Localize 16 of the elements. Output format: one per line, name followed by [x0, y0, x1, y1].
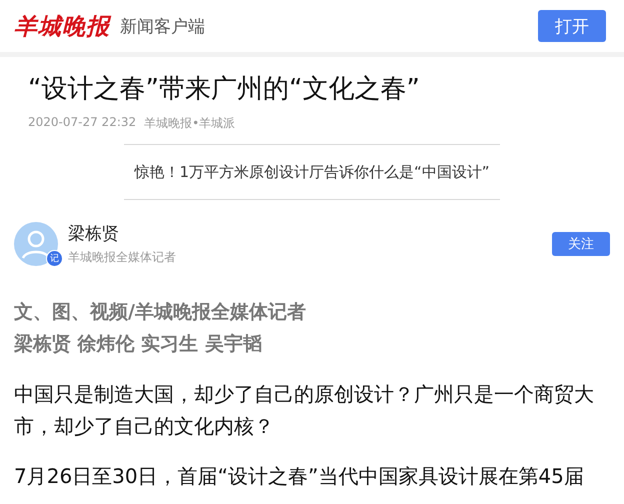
- author-role: 羊城晚报全媒体记者: [68, 249, 176, 266]
- byline-text: 梁栋贤 徐炜伦 实习生 吴宇韬: [14, 332, 263, 357]
- reporter-badge: 记: [46, 250, 63, 267]
- article-paragraph: 中国只是制造大国，却少了自己的原创设计？广州只是一个商贸大市，却少了自己的文化内核？: [14, 381, 595, 440]
- brand-logo: 羊城晚报: [14, 12, 110, 42]
- related-article-link[interactable]: 惊艳！1万平方米原创设计厅告诉你什么是“中国设计”: [134, 162, 490, 182]
- article-title: “设计之春”带来广州的“文化之春”: [28, 73, 421, 106]
- publish-date: 2020-07-27 22:32: [28, 115, 136, 131]
- open-app-button[interactable]: 打开: [538, 10, 606, 42]
- follow-button[interactable]: 关注: [552, 232, 610, 256]
- article-paragraph: 7月26日至30日，首届“设计之春”当代中国家具设计展在第45届: [14, 463, 585, 490]
- author-name: 梁栋贤: [68, 223, 120, 245]
- avatar-icon: [14, 222, 58, 266]
- app-subtitle: 新闻客户端: [120, 16, 205, 38]
- source-label: 羊城晚报•羊城派: [144, 115, 236, 132]
- byline-text: 文、图、视频/羊城晚报全媒体记者: [14, 300, 307, 325]
